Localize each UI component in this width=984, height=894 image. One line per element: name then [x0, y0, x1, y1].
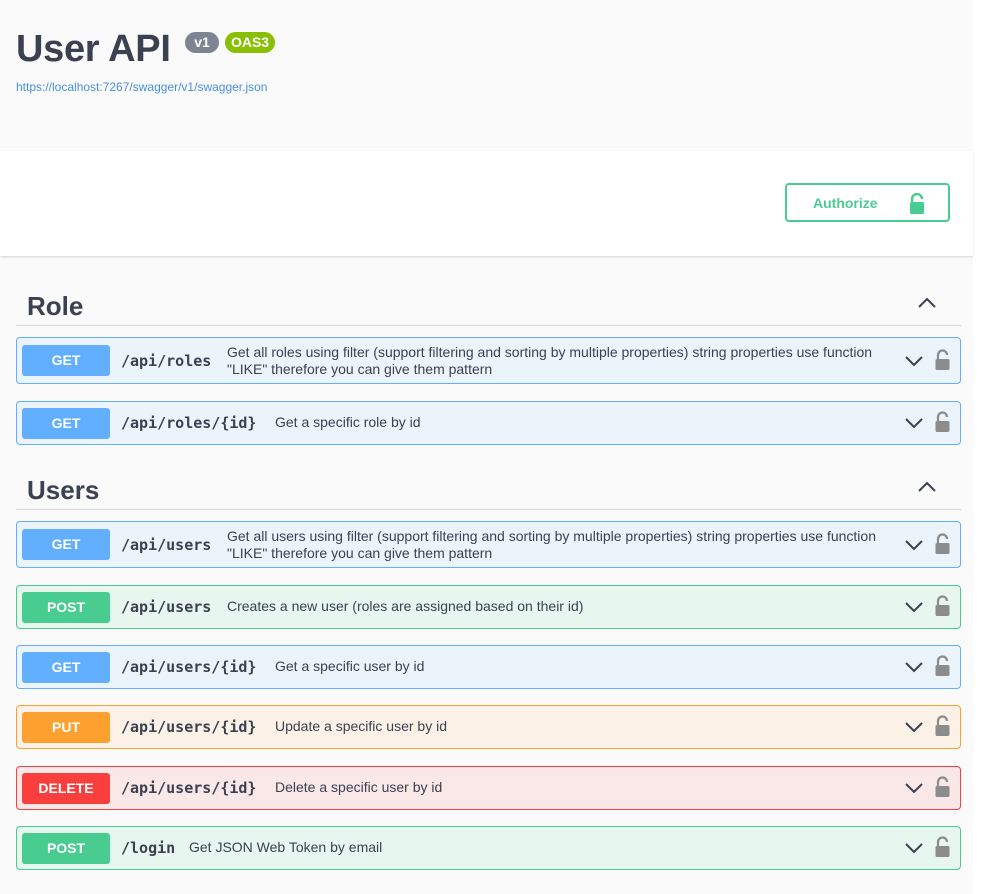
- scheme-container: Authorize: [0, 151, 973, 256]
- operation-summary: Creates a new user (roles are assigned b…: [227, 598, 584, 614]
- operation-get[interactable]: GET/api/roles Get all roles using filter …: [16, 337, 961, 384]
- tag-collapse-toggle[interactable]: [917, 296, 937, 314]
- operation-summary: Update a specific user by id: [275, 718, 447, 734]
- operation-path: /api/users: [121, 535, 212, 554]
- unlock-icon[interactable]: [934, 595, 951, 617]
- unlock-icon[interactable]: [934, 715, 951, 737]
- method-badge: GET: [22, 529, 110, 560]
- unlock-icon[interactable]: [934, 411, 951, 433]
- method-badge: GET: [22, 345, 110, 376]
- chevron-down-icon[interactable]: [904, 601, 924, 613]
- unlock-icon[interactable]: [934, 532, 951, 555]
- operation-get[interactable]: GET/api/users/{id} Get a specific user by…: [16, 645, 961, 689]
- method-badge: POST: [22, 832, 110, 864]
- chevron-up-icon: [918, 481, 936, 492]
- operation-path: /login: [121, 839, 176, 857]
- operation-summary: Get a specific role by id: [275, 414, 421, 430]
- operation-put[interactable]: PUT/api/users/{id} Update a specific user…: [16, 705, 961, 749]
- tag-section-users[interactable]: Users: [16, 465, 961, 510]
- operation-post[interactable]: POST/api/users Creates a new user (roles …: [16, 585, 961, 629]
- unlock-icon[interactable]: [934, 836, 951, 858]
- chevron-down-icon[interactable]: [904, 842, 924, 854]
- operation-path: /api/users/{id}: [121, 658, 257, 676]
- unlock-icon: [910, 193, 924, 214]
- chevron-down-icon[interactable]: [904, 661, 924, 673]
- chevron-down-icon[interactable]: [904, 417, 924, 429]
- api-title: User API: [16, 28, 171, 70]
- operation-get[interactable]: GET/api/roles/{id} Get a specific role by…: [16, 401, 961, 445]
- tag-collapse-toggle[interactable]: [917, 480, 937, 498]
- api-info-header: User API v1 OAS3 https://localhost:7267/…: [0, 0, 973, 151]
- operation-path: /api/roles/{id}: [121, 414, 257, 432]
- operation-summary: Get all users using filter (support filt…: [227, 527, 876, 561]
- operation-delete[interactable]: DELETE/api/users/{id} Delete a specific u…: [16, 766, 961, 810]
- operation-summary: Get JSON Web Token by email: [189, 839, 383, 855]
- unlock-icon[interactable]: [934, 655, 951, 677]
- authorize-label: Authorize: [813, 194, 878, 211]
- tag-section-role[interactable]: Role: [16, 281, 961, 326]
- unlock-icon[interactable]: [934, 348, 951, 371]
- chevron-down-icon[interactable]: [904, 721, 924, 733]
- version-badge: v1: [185, 32, 219, 53]
- method-badge: GET: [22, 651, 110, 683]
- operation-path: /api/users: [121, 598, 212, 616]
- operation-summary: Delete a specific user by id: [275, 779, 443, 795]
- method-badge: PUT: [22, 711, 110, 743]
- method-badge: POST: [22, 591, 110, 623]
- tag-title: Users: [27, 475, 100, 505]
- operation-summary: Get all roles using filter (support filt…: [227, 343, 873, 377]
- operation-path: /api/users/{id}: [121, 779, 257, 797]
- unlock-icon[interactable]: [934, 776, 951, 798]
- chevron-down-icon[interactable]: [904, 355, 924, 367]
- operation-summary: Get a specific user by id: [275, 658, 425, 674]
- chevron-down-icon[interactable]: [904, 782, 924, 794]
- spec-url-link[interactable]: https://localhost:7267/swagger/v1/swagge…: [16, 80, 267, 94]
- operation-path: /api/roles: [121, 351, 212, 370]
- oas-badge: OAS3: [225, 32, 275, 53]
- swagger-page: User API v1 OAS3 https://localhost:7267/…: [0, 0, 973, 894]
- chevron-up-icon: [918, 297, 936, 308]
- method-badge: DELETE: [22, 772, 110, 804]
- operation-get[interactable]: GET/api/users Get all users using filter …: [16, 521, 961, 568]
- operation-post[interactable]: POST/login Get JSON Web Token by email: [16, 826, 961, 870]
- tag-title: Role: [27, 291, 84, 321]
- authorize-button[interactable]: Authorize: [785, 183, 950, 222]
- chevron-down-icon[interactable]: [904, 539, 924, 551]
- operation-path: /api/users/{id}: [121, 718, 257, 736]
- method-badge: GET: [22, 407, 110, 439]
